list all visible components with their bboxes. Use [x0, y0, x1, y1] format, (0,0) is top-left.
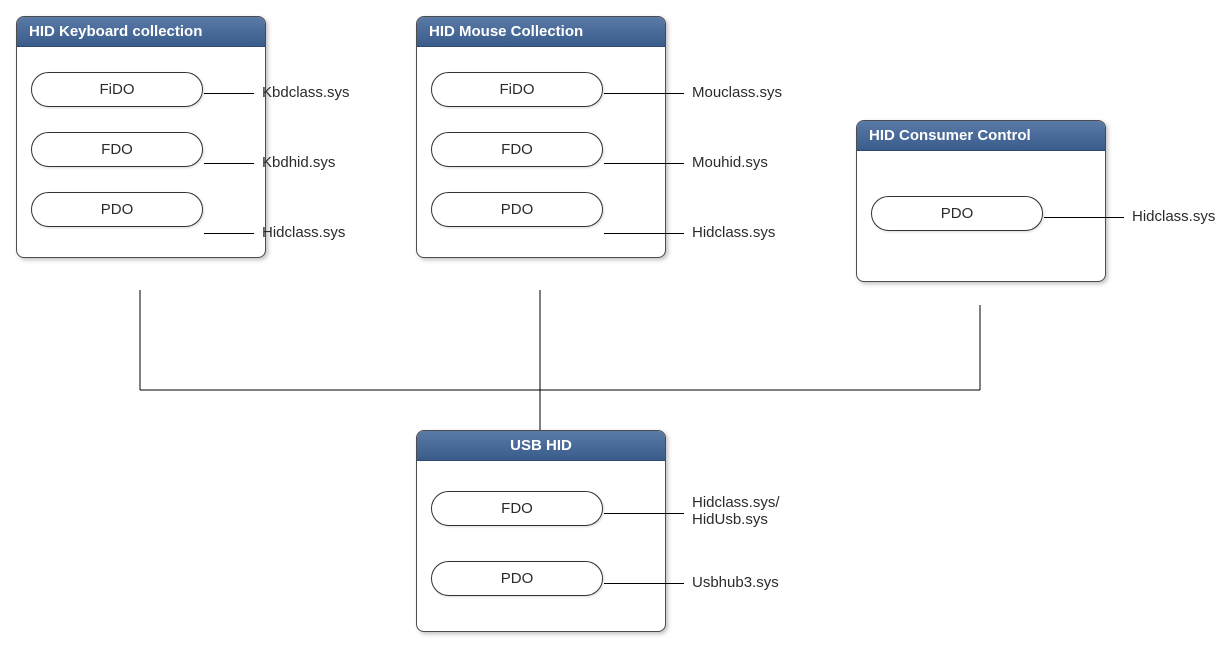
panel-keyboard-body: FiDO FDO PDO — [17, 47, 265, 257]
diagram-canvas: HID Keyboard collection FiDO FDO PDO Kbd… — [0, 0, 1232, 666]
panel-usbhid-body: FDO PDO — [417, 461, 665, 631]
pill-mouse-pdo: PDO — [431, 192, 603, 227]
panel-mouse: HID Mouse Collection FiDO FDO PDO — [416, 16, 666, 258]
lead-usbhid-fdo — [604, 513, 684, 514]
lead-consumer-pdo — [1044, 217, 1124, 218]
lead-keyboard-fido — [204, 93, 254, 94]
annot-keyboard-fdo: Kbdhid.sys — [262, 154, 335, 171]
pill-keyboard-fdo: FDO — [31, 132, 203, 167]
annot-keyboard-fido: Kbdclass.sys — [262, 84, 350, 101]
lead-usbhid-pdo — [604, 583, 684, 584]
panel-consumer: HID Consumer Control PDO — [856, 120, 1106, 282]
panel-mouse-title: HID Mouse Collection — [417, 17, 665, 47]
pill-keyboard-pdo: PDO — [31, 192, 203, 227]
annot-mouse-fido: Mouclass.sys — [692, 84, 782, 101]
panel-usbhid: USB HID FDO PDO — [416, 430, 666, 632]
lead-mouse-pdo — [604, 233, 684, 234]
panel-keyboard: HID Keyboard collection FiDO FDO PDO — [16, 16, 266, 258]
annot-usbhid-fdo: Hidclass.sys/ HidUsb.sys — [692, 494, 780, 528]
lead-mouse-fdo — [604, 163, 684, 164]
panel-mouse-body: FiDO FDO PDO — [417, 47, 665, 257]
panel-keyboard-title: HID Keyboard collection — [17, 17, 265, 47]
annot-usbhid-pdo: Usbhub3.sys — [692, 574, 779, 591]
lead-mouse-fido — [604, 93, 684, 94]
pill-mouse-fdo: FDO — [431, 132, 603, 167]
pill-keyboard-fido: FiDO — [31, 72, 203, 107]
pill-consumer-pdo: PDO — [871, 196, 1043, 231]
annot-mouse-pdo: Hidclass.sys — [692, 224, 775, 241]
annot-keyboard-pdo: Hidclass.sys — [262, 224, 345, 241]
lead-keyboard-fdo — [204, 163, 254, 164]
annot-mouse-fdo: Mouhid.sys — [692, 154, 768, 171]
lead-keyboard-pdo — [204, 233, 254, 234]
panel-consumer-title: HID Consumer Control — [857, 121, 1105, 151]
annot-consumer-pdo: Hidclass.sys — [1132, 208, 1215, 225]
pill-mouse-fido: FiDO — [431, 72, 603, 107]
pill-usbhid-fdo: FDO — [431, 491, 603, 526]
pill-usbhid-pdo: PDO — [431, 561, 603, 596]
panel-consumer-body: PDO — [857, 151, 1105, 281]
panel-usbhid-title: USB HID — [417, 431, 665, 461]
